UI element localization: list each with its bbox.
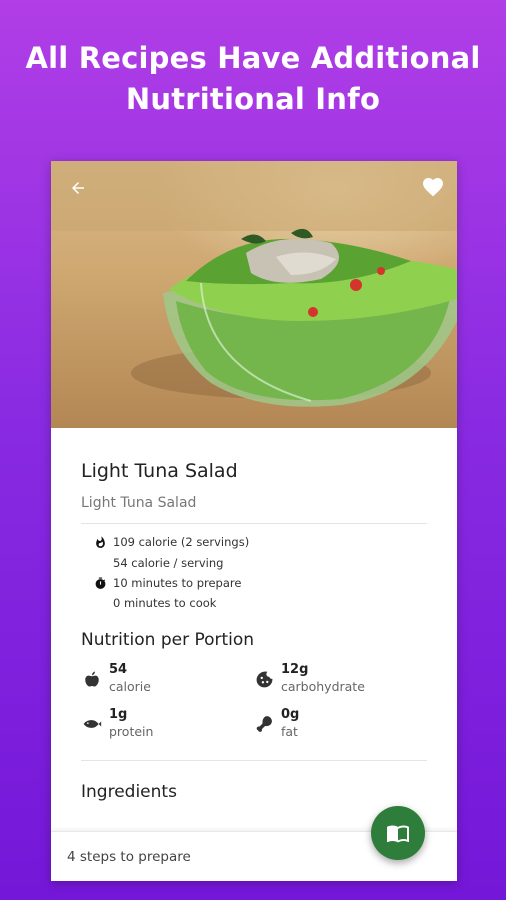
- nutrition-item-fat: 0g fat: [253, 707, 299, 740]
- calories-total: 109 calorie (2 servings): [113, 535, 250, 549]
- nutrition-value: 54: [109, 662, 128, 677]
- fish-icon: [81, 713, 103, 735]
- nutrition-item-calorie: 54 calorie: [81, 662, 151, 695]
- nutrition-label: protein: [109, 724, 154, 739]
- favorite-button[interactable]: [419, 173, 447, 201]
- nutrition-value: 12g: [281, 662, 309, 677]
- ingredients-heading: Ingredients: [81, 782, 177, 802]
- hero-topbar: [51, 161, 457, 221]
- nutrition-value: 1g: [109, 707, 128, 722]
- nutrition-label: calorie: [109, 679, 151, 694]
- promo-headline-line2: Nutritional Info: [125, 82, 381, 116]
- nutrition-item-protein: 1g protein: [81, 707, 153, 740]
- heart-icon: [423, 178, 443, 197]
- nutrition-label: carbohydrate: [281, 679, 365, 694]
- drumstick-icon: [253, 713, 275, 735]
- prep-time-row: 10 minutes to prepare: [93, 574, 241, 592]
- nutrition-heading: Nutrition per Portion: [81, 630, 255, 650]
- promo-headline: All Recipes Have Additional Nutritional …: [0, 38, 506, 120]
- prep-time: 10 minutes to prepare: [113, 576, 242, 590]
- open-instructions-button[interactable]: [371, 806, 425, 860]
- apple-icon: [81, 668, 103, 690]
- nutrition-value: 0g: [281, 707, 300, 722]
- back-button[interactable]: [65, 175, 91, 201]
- divider: [81, 523, 427, 524]
- cookie-icon: [253, 668, 275, 690]
- recipe-subtitle: Light Tuna Salad: [81, 495, 197, 511]
- cook-time: 0 minutes to cook: [113, 596, 217, 610]
- recipe-hero-image: [51, 161, 457, 428]
- calories-per-serving: 54 calorie / serving: [113, 556, 224, 570]
- arrow-left-icon: [72, 182, 84, 194]
- calories-total-row: 109 calorie (2 servings): [93, 533, 249, 551]
- divider: [81, 760, 427, 761]
- flame-icon: [93, 535, 107, 549]
- nutrition-item-carbohydrate: 12g carbohydrate: [253, 662, 365, 695]
- recipe-title: Light Tuna Salad: [81, 460, 238, 482]
- steps-to-prepare[interactable]: 4 steps to prepare: [67, 849, 191, 865]
- stopwatch-icon: [93, 576, 107, 590]
- app-screen: Light Tuna Salad Light Tuna Salad 109 ca…: [51, 161, 457, 881]
- book-icon: [387, 825, 409, 843]
- cook-time-row: 0 minutes to cook: [93, 594, 216, 612]
- nutrition-label: fat: [281, 724, 298, 739]
- promo-headline-line1: All Recipes Have Additional: [25, 41, 481, 75]
- calories-per-serving-row: 54 calorie / serving: [93, 554, 223, 572]
